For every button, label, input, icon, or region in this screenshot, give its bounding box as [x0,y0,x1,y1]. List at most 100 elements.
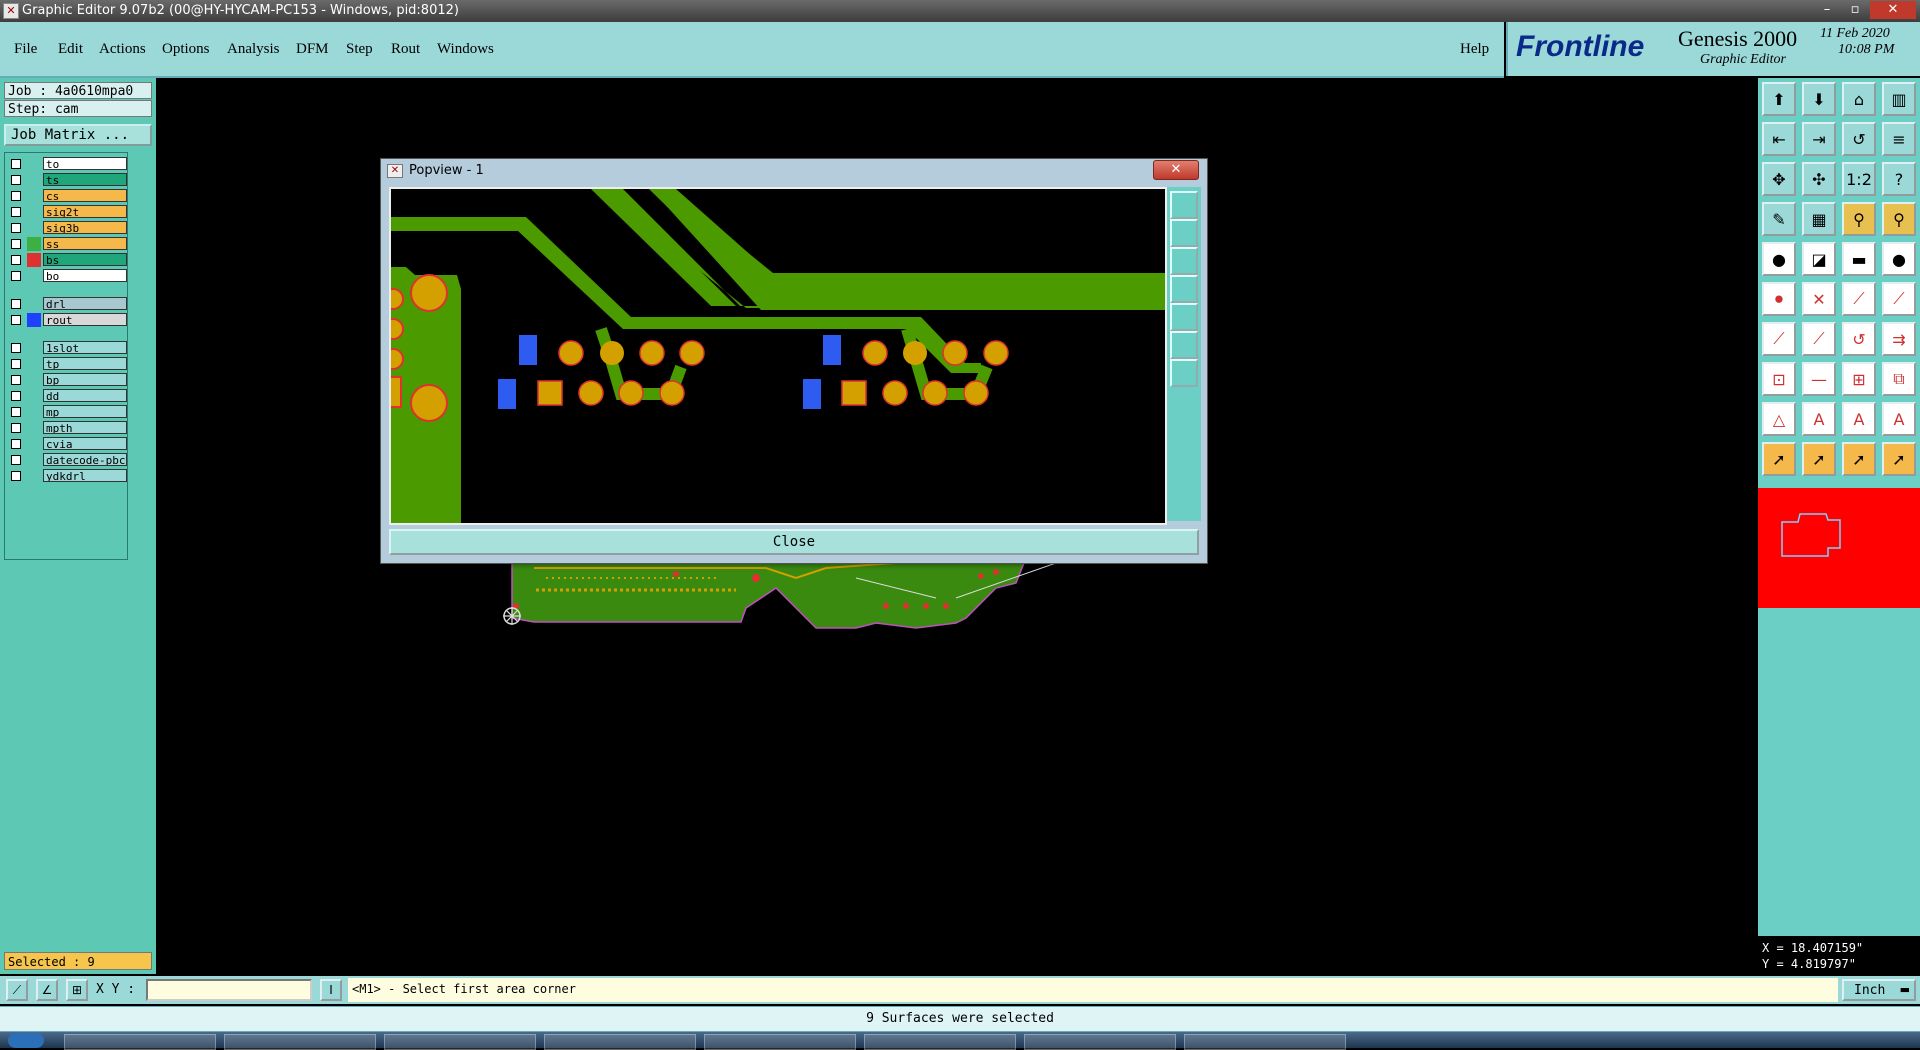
board-preview[interactable] [1758,488,1920,608]
text-b-icon[interactable]: A [1842,402,1876,436]
units-select[interactable]: Inch ▬ [1842,979,1916,1001]
layer-row-ss[interactable]: ss [7,237,127,251]
layer-name[interactable]: mpth [43,421,127,434]
layout-icon[interactable]: ▥ [1882,82,1916,116]
arc-icon[interactable]: ↺ [1842,322,1876,356]
right-icon[interactable]: ⇥ [1802,122,1836,156]
popview-zoom-pane[interactable] [382,187,1167,525]
layer-color-swatch[interactable] [27,373,41,387]
popview-fit-icon[interactable] [1170,359,1198,387]
layer-name[interactable]: bo [43,269,127,282]
select-2-icon[interactable]: ➚ [1802,442,1836,476]
menu-rout[interactable]: Rout [391,41,420,58]
layer-checkbox[interactable] [11,191,21,201]
layer-checkbox[interactable] [11,271,21,281]
layer-row-sig2t[interactable]: sig2t [7,205,127,219]
layer-checkbox[interactable] [11,407,21,417]
layer-name[interactable]: datecode-pbc [43,453,127,466]
layer-color-swatch[interactable] [27,189,41,203]
node-icon[interactable]: ⚫ [1762,282,1796,316]
help-icon[interactable]: ? [1882,162,1916,196]
menu-file[interactable]: File [14,41,37,58]
layer-checkbox[interactable] [11,315,21,325]
left-icon[interactable]: ⇤ [1762,122,1796,156]
layer-row-rout[interactable]: rout [7,313,127,327]
start-button[interactable] [8,1033,44,1048]
layer-color-swatch[interactable] [27,157,41,171]
measure-icon[interactable]: ▬ [1842,242,1876,276]
layer-color-2-icon[interactable]: ⚲ [1882,202,1916,236]
layer-color-swatch[interactable] [27,205,41,219]
layer-checkbox[interactable] [11,471,21,481]
select-icon[interactable]: ➚ [1762,442,1796,476]
layer-name[interactable]: ts [43,173,127,186]
layer-checkbox[interactable] [11,455,21,465]
xy-input[interactable] [146,979,312,1001]
layer-row-mpth[interactable]: mpth [7,421,127,435]
layer-color-swatch[interactable] [27,253,41,267]
layer-color-swatch[interactable] [27,389,41,403]
layer-name[interactable]: drl [43,297,127,310]
layer-color-swatch[interactable] [27,421,41,435]
menu-windows[interactable]: Windows [437,41,494,58]
layer-name[interactable]: sig3b [43,221,127,234]
menu-edit[interactable]: Edit [58,41,83,58]
save-icon[interactable]: ⬇ [1802,82,1836,116]
layer-checkbox[interactable] [11,423,21,433]
layer-name[interactable]: tp [43,357,127,370]
menu-step[interactable]: Step [346,41,373,58]
popview-zoom-icon[interactable] [1170,191,1198,219]
layer-name[interactable]: bs [43,253,127,266]
grid-icon[interactable]: ▦ [1802,202,1836,236]
menu-options[interactable]: Options [162,41,210,58]
lines-icon[interactable]: ≡ [1882,122,1916,156]
layer-name[interactable]: sig2t [43,205,127,218]
maximize-button[interactable]: ▫ [1842,1,1868,19]
edit-icon[interactable]: ✎ [1762,202,1796,236]
layer-checkbox[interactable] [11,239,21,249]
popview-pan-right-icon[interactable] [1170,303,1198,331]
layer-name[interactable]: 1slot [43,341,127,354]
layer-name[interactable]: mp [43,405,127,418]
copy-icon[interactable]: ⧉ [1882,362,1916,396]
layer-checkbox[interactable] [11,223,21,233]
layer-color-swatch[interactable] [27,297,41,311]
layer-name[interactable]: cs [43,189,127,202]
layer-row-drl[interactable]: drl [7,297,127,311]
layer-name[interactable]: to [43,157,127,170]
close-window-button[interactable]: ✕ [1870,1,1916,19]
layer-name[interactable]: cvia [43,437,127,450]
layer-color-swatch[interactable] [27,357,41,371]
menu-dfm[interactable]: DFM [296,41,329,58]
layer-color-swatch[interactable] [27,453,41,467]
menu-actions[interactable]: Actions [99,41,146,58]
select-4-icon[interactable]: ➚ [1882,442,1916,476]
layer-row-sig3b[interactable]: sig3b [7,221,127,235]
popview-pan-left-icon[interactable] [1170,275,1198,303]
popview-close-button[interactable]: Close [389,529,1199,555]
job-matrix-button[interactable]: Job Matrix ... [4,124,152,146]
menu-help[interactable]: Help [1460,41,1489,58]
select-3-icon[interactable]: ➚ [1842,442,1876,476]
layer-row-cvia[interactable]: cvia [7,437,127,451]
layer-name[interactable]: ss [43,237,127,250]
layer-row-ts[interactable]: ts [7,173,127,187]
layer-row-tp[interactable]: tp [7,357,127,371]
drill-icon[interactable]: ● [1762,242,1796,276]
route-icon[interactable]: ⇉ [1882,322,1916,356]
undo-icon[interactable]: ↺ [1842,122,1876,156]
popview-zoom-out-icon[interactable] [1170,331,1198,359]
layer-checkbox[interactable] [11,343,21,353]
layer-checkbox[interactable] [11,359,21,369]
layer-color-swatch[interactable] [27,437,41,451]
popview-pan-up-icon[interactable] [1170,219,1198,247]
layer-color-icon[interactable]: ⚲ [1842,202,1876,236]
text-a-icon[interactable]: A [1802,402,1836,436]
line-b-icon[interactable]: ⟋ [1882,282,1916,316]
layer-row-ydkdrl[interactable]: ydkdrl [7,469,127,483]
delete-icon[interactable]: ✕ [1802,282,1836,316]
layer-color-swatch[interactable] [27,269,41,283]
line-c-icon[interactable]: ⟋ [1762,322,1796,356]
zoom-icon[interactable]: ✣ [1802,162,1836,196]
line-a-icon[interactable]: ⟋ [1842,282,1876,316]
